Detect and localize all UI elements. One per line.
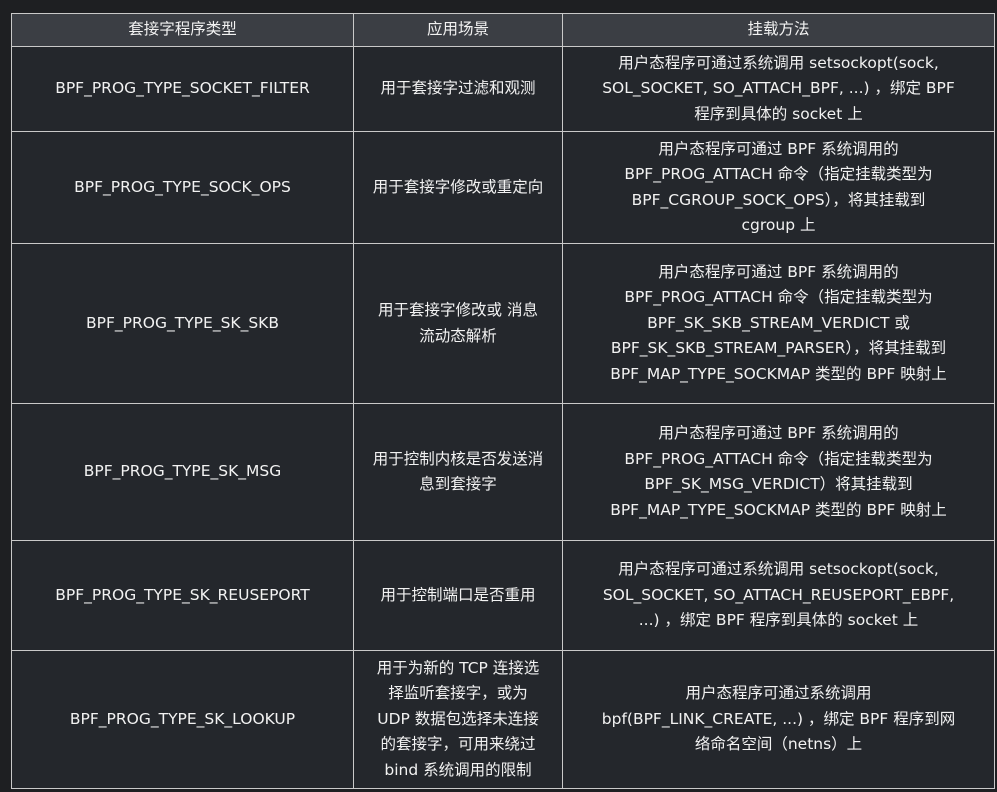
scenario-line: 用于控制内核是否发送消 (372, 449, 544, 468)
method-line: ...) ，绑定 BPF 程序到具体的 socket 上 (638, 611, 919, 630)
scenario-cell: 用于套接字过滤和观测 (353, 46, 563, 132)
table-row: BPF_PROG_TYPE_SK_SKB 用于套接字修改或 消息 流动态解析 用… (11, 243, 995, 404)
method-line: 络命名空间（netns）上 (694, 735, 863, 754)
mount-method-cell: 用户态程序可通过系统调用 setsockopt(sock, SOL_SOCKET… (562, 46, 995, 132)
scenario-cell: 用于套接字修改或重定向 (353, 131, 563, 244)
mount-method-cell: 用户态程序可通过系统调用 setsockopt(sock, SOL_SOCKET… (562, 540, 995, 651)
scenario-line: 用于套接字过滤和观测 (380, 79, 536, 98)
method-line: 用户态程序可通过系统调用 setsockopt(sock, (618, 53, 939, 72)
method-line: SOL_SOCKET, SO_ATTACH_BPF, ...) ，绑定 BPF (602, 79, 955, 98)
method-line: BPF_MAP_TYPE_SOCKMAP 类型的 BPF 映射上 (610, 500, 947, 519)
table-row: BPF_PROG_TYPE_SK_MSG 用于控制内核是否发送消 息到套接字 用… (11, 403, 995, 541)
method-line: BPF_CGROUP_SOCK_OPS），将其挂载到 (631, 190, 926, 209)
method-line: bpf(BPF_LINK_CREATE, ...) ，绑定 BPF 程序到网 (601, 709, 956, 728)
method-line: 用户态程序可通过系统调用 (685, 684, 872, 703)
method-line: cgroup 上 (741, 216, 816, 234)
table-row: BPF_PROG_TYPE_SK_LOOKUP 用于为新的 TCP 连接选 择监… (11, 650, 995, 789)
table-row: BPF_PROG_TYPE_SOCKET_FILTER 用于套接字过滤和观测 用… (11, 46, 995, 132)
method-line: 用户态程序可通过 BPF 系统调用的 (658, 139, 899, 158)
method-line: BPF_SK_MSG_VERDICT）将其挂载到 (644, 475, 913, 493)
mount-method-cell: 用户态程序可通过系统调用 bpf(BPF_LINK_CREATE, ...) ，… (562, 650, 995, 789)
method-line: 程序到具体的 socket 上 (694, 104, 863, 123)
mount-method-cell: 用户态程序可通过 BPF 系统调用的 BPF_PROG_ATTACH 命令（指定… (562, 131, 995, 244)
method-line: 用户态程序可通过 BPF 系统调用的 (658, 424, 899, 442)
program-type-cell: BPF_PROG_TYPE_SK_MSG (11, 403, 354, 541)
method-line: BPF_SK_SKB_STREAM_PARSER），将其挂载到 (610, 339, 947, 358)
method-line: BPF_MAP_TYPE_SOCKMAP 类型的 BPF 映射上 (610, 364, 947, 383)
scenario-cell: 用于套接字修改或 消息 流动态解析 (353, 243, 563, 404)
scenario-line: 息到套接字 (419, 475, 497, 493)
scenario-line: 流动态解析 (419, 326, 497, 345)
method-line: BPF_PROG_ATTACH 命令（指定挂载类型为 (624, 288, 933, 307)
table-container: 套接字程序类型 应用场景 挂载方法 BPF_PROG_TYPE_SOCKET_F… (11, 13, 995, 789)
header-mount-method: 挂载方法 (562, 13, 995, 47)
scenario-cell: 用于控制端口是否重用 (353, 540, 563, 651)
scenario-cell: 用于为新的 TCP 连接选 择监听套接字，或为 UDP 数据包选择未连接 的套接… (353, 650, 563, 789)
method-line: 用户态程序可通过 BPF 系统调用的 (658, 262, 899, 281)
program-type-cell: BPF_PROG_TYPE_SK_SKB (11, 243, 354, 404)
socket-program-types-table: 套接字程序类型 应用场景 挂载方法 BPF_PROG_TYPE_SOCKET_F… (11, 13, 995, 789)
scenario-cell: 用于控制内核是否发送消 息到套接字 (353, 403, 563, 541)
method-line: 用户态程序可通过系统调用 setsockopt(sock, (618, 560, 939, 579)
scenario-line: 用于控制端口是否重用 (380, 585, 536, 604)
table-header-row: 套接字程序类型 应用场景 挂载方法 (11, 13, 995, 47)
method-line: SOL_SOCKET, SO_ATTACH_REUSEPORT_EBPF, (602, 585, 955, 604)
method-line: BPF_PROG_ATTACH 命令（指定挂载类型为 (624, 449, 933, 468)
scenario-line: 择监听套接字，或为 (388, 684, 528, 703)
method-line: BPF_PROG_ATTACH 命令（指定挂载类型为 (624, 165, 933, 183)
program-type-cell: BPF_PROG_TYPE_SK_REUSEPORT (11, 540, 354, 651)
scenario-line: UDP 数据包选择未连接 (377, 709, 539, 728)
method-line: BPF_SK_SKB_STREAM_VERDICT 或 (647, 313, 910, 332)
scenario-line: 用于为新的 TCP 连接选 (376, 658, 540, 677)
scenario-line: 用于套接字修改或重定向 (372, 177, 544, 196)
table-row: BPF_PROG_TYPE_SK_REUSEPORT 用于控制端口是否重用 用户… (11, 540, 995, 651)
mount-method-cell: 用户态程序可通过 BPF 系统调用的 BPF_PROG_ATTACH 命令（指定… (562, 403, 995, 541)
table-row: BPF_PROG_TYPE_SOCK_OPS 用于套接字修改或重定向 用户态程序… (11, 131, 995, 244)
header-scenario: 应用场景 (353, 13, 563, 47)
scenario-line: 的套接字，可用来绕过 (380, 735, 536, 754)
program-type-cell: BPF_PROG_TYPE_SOCKET_FILTER (11, 46, 354, 132)
program-type-cell: BPF_PROG_TYPE_SOCK_OPS (11, 131, 354, 244)
header-program-type: 套接字程序类型 (11, 13, 354, 47)
scenario-line: 用于套接字修改或 消息 (378, 301, 538, 319)
program-type-cell: BPF_PROG_TYPE_SK_LOOKUP (11, 650, 354, 789)
mount-method-cell: 用户态程序可通过 BPF 系统调用的 BPF_PROG_ATTACH 命令（指定… (562, 243, 995, 404)
scenario-line: bind 系统调用的限制 (384, 760, 532, 779)
